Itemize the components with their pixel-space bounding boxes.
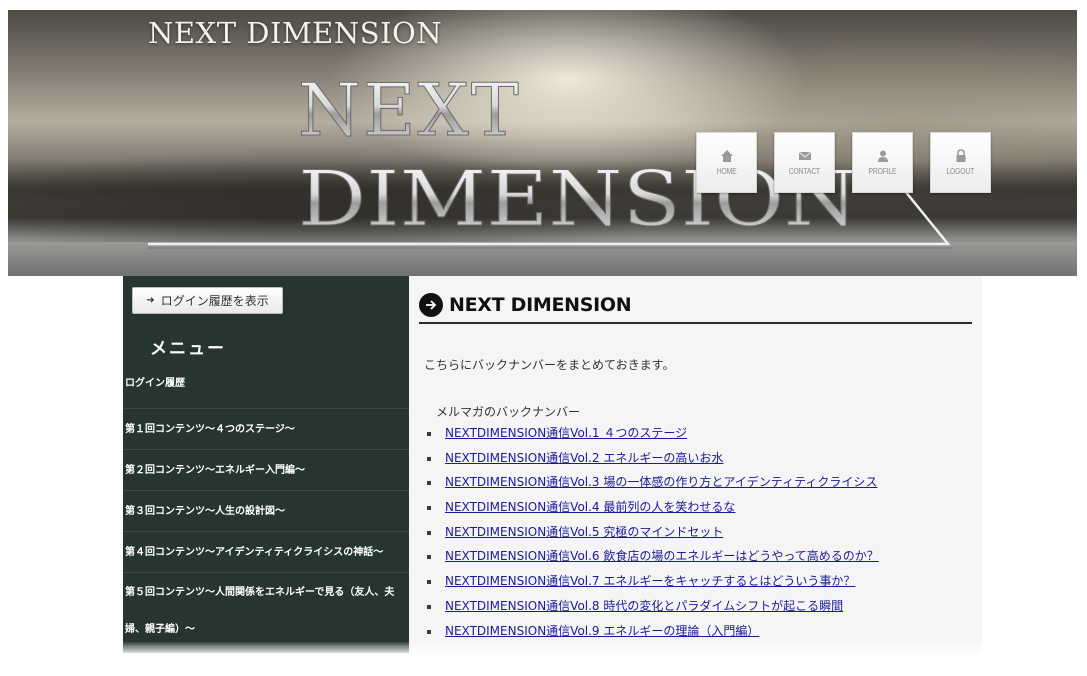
backnumber-list: NEXTDIMENSION通信Vol.1 ４つのステージ NEXTDIMENSI… bbox=[424, 424, 879, 646]
arrow-right-circle-icon bbox=[419, 293, 443, 317]
sidebar: ➜ ログイン履歴を表示 メニュー ログイン履歴 第１回コンテンツ〜４つのステージ… bbox=[123, 276, 409, 653]
nav-logout-label: LOGOUT bbox=[946, 167, 975, 176]
bullet-icon bbox=[427, 432, 431, 436]
backnumber-link[interactable]: NEXTDIMENSION通信Vol.6 飲食店の場のエネルギーはどうやって高め… bbox=[445, 547, 879, 565]
nav-home-button[interactable]: HOME bbox=[696, 132, 757, 193]
site-name: NEXT DIMENSION bbox=[148, 16, 443, 50]
sidebar-menu: ログイン履歴 第１回コンテンツ〜４つのステージ〜 第２回コンテンツ〜エネルギー入… bbox=[123, 372, 409, 676]
sidebar-item-content-5[interactable]: 第５回コンテンツ〜人間関係をエネルギーで見る（友人、夫婦、親子編）〜 bbox=[123, 572, 409, 646]
sidebar-item-content-4[interactable]: 第４回コンテンツ〜アイデンティティクライシスの神話〜 bbox=[123, 531, 409, 572]
nav-logout-button[interactable]: LOGOUT bbox=[930, 132, 991, 193]
list-item: NEXTDIMENSION通信Vol.7 エネルギーをキャッチするとはどういう事… bbox=[424, 572, 879, 597]
backnumber-link[interactable]: NEXTDIMENSION通信Vol.3 場の一体感の作り方とアイデンティティク… bbox=[445, 473, 877, 491]
nav-profile-label: PROFILE bbox=[868, 167, 897, 176]
nav-contact-label: CONTACT bbox=[788, 167, 821, 176]
login-history-button[interactable]: ➜ ログイン履歴を表示 bbox=[132, 287, 283, 314]
bullet-icon bbox=[427, 530, 431, 535]
list-item: NEXTDIMENSION通信Vol.4 最前列の人を笑わせるな bbox=[424, 498, 879, 523]
main-heading: NEXT DIMENSION bbox=[419, 288, 972, 324]
list-item: NEXTDIMENSION通信Vol.6 飲食店の場のエネルギーはどうやって高め… bbox=[424, 547, 879, 572]
intro-text: こちらにバックナンバーをまとめておきます。 bbox=[424, 358, 675, 372]
main-content: NEXT DIMENSION こちらにバックナンバーをまとめておきます。 メルマ… bbox=[409, 276, 982, 653]
page-title: NEXT DIMENSION bbox=[449, 294, 632, 316]
sidebar-item-content-3[interactable]: 第３回コンテンツ〜人生の設計図〜 bbox=[123, 490, 409, 531]
nav-home-label: HOME bbox=[716, 167, 737, 176]
mail-icon bbox=[798, 151, 811, 160]
bullet-icon bbox=[427, 604, 431, 609]
logo-text-next: NEXT bbox=[298, 68, 521, 152]
bullet-icon bbox=[427, 506, 431, 511]
backnumber-link[interactable]: NEXTDIMENSION通信Vol.8 時代の変化とパラダイムシフトが起こる瞬… bbox=[445, 597, 843, 615]
lock-icon bbox=[956, 149, 965, 162]
sidebar-item-content-1[interactable]: 第１回コンテンツ〜４つのステージ〜 bbox=[123, 408, 409, 449]
bullet-icon bbox=[427, 580, 431, 585]
login-arrow-icon: ➜ bbox=[146, 295, 155, 306]
sidebar-item-content-2[interactable]: 第２回コンテンツ〜エネルギー入門編〜 bbox=[123, 449, 409, 490]
nav-profile-button[interactable]: PROFILE bbox=[852, 132, 913, 193]
bullet-icon bbox=[427, 555, 431, 560]
bottom-fade bbox=[0, 641, 1087, 653]
bullet-icon bbox=[427, 456, 431, 461]
backnumber-link[interactable]: NEXTDIMENSION通信Vol.1 ４つのステージ bbox=[445, 424, 687, 442]
backnumber-link[interactable]: NEXTDIMENSION通信Vol.7 エネルギーをキャッチするとはどういう事… bbox=[445, 572, 855, 590]
list-item: NEXTDIMENSION通信Vol.8 時代の変化とパラダイムシフトが起こる瞬… bbox=[424, 597, 879, 622]
sidebar-item-login-history[interactable]: ログイン履歴 bbox=[123, 372, 409, 408]
backnumber-link[interactable]: NEXTDIMENSION通信Vol.9 エネルギーの理論（入門編） bbox=[445, 622, 759, 640]
login-history-button-label: ログイン履歴を表示 bbox=[160, 294, 269, 308]
home-icon bbox=[720, 150, 733, 162]
list-item: NEXTDIMENSION通信Vol.2 エネルギーの高いお水 bbox=[424, 449, 879, 474]
backnumber-link[interactable]: NEXTDIMENSION通信Vol.4 最前列の人を笑わせるな bbox=[445, 498, 735, 516]
list-item: NEXTDIMENSION通信Vol.3 場の一体感の作り方とアイデンティティク… bbox=[424, 473, 879, 498]
bullet-icon bbox=[427, 629, 431, 634]
user-icon bbox=[877, 150, 888, 162]
backnumber-title: メルマガのバックナンバー bbox=[436, 405, 581, 419]
backnumber-link[interactable]: NEXTDIMENSION通信Vol.2 エネルギーの高いお水 bbox=[445, 449, 723, 467]
header-nav: HOME CONTACT PROFILE LOGOUT bbox=[696, 132, 991, 193]
bullet-icon bbox=[427, 481, 431, 486]
list-item: NEXTDIMENSION通信Vol.1 ４つのステージ bbox=[424, 424, 879, 449]
menu-title: メニュー bbox=[150, 339, 226, 359]
backnumber-link[interactable]: NEXTDIMENSION通信Vol.5 究極のマインドセット bbox=[445, 523, 723, 541]
list-item: NEXTDIMENSION通信Vol.5 究極のマインドセット bbox=[424, 523, 879, 548]
nav-contact-button[interactable]: CONTACT bbox=[774, 132, 835, 193]
